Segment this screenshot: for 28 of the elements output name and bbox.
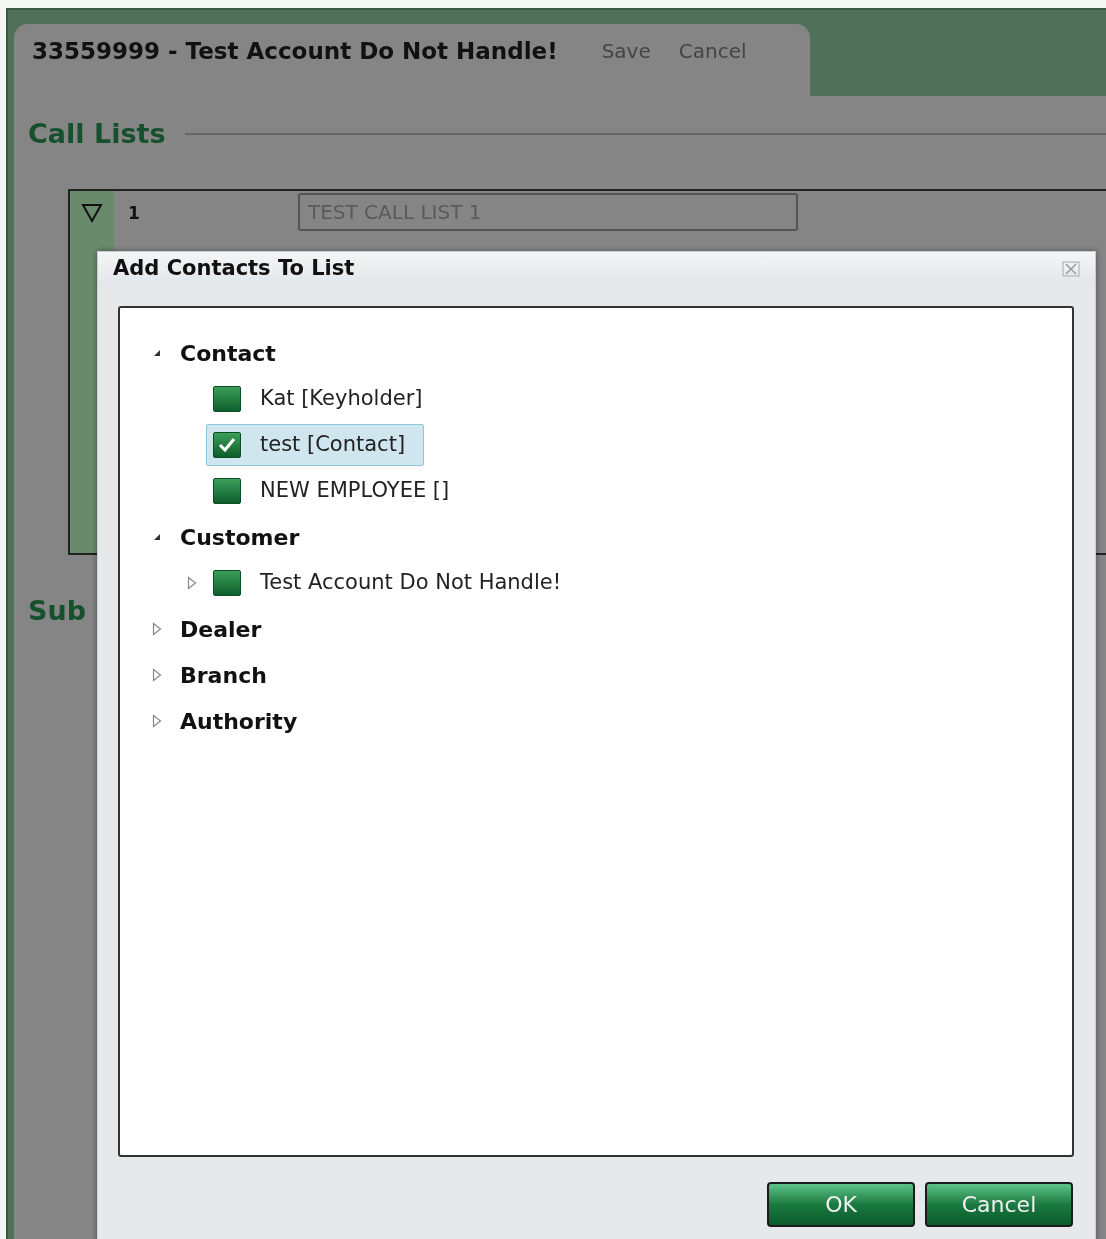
dialog-title: Add Contacts To List	[113, 255, 355, 283]
checkbox[interactable]	[213, 478, 241, 504]
group-label[interactable]: Contact	[180, 336, 276, 370]
close-icon[interactable]	[1062, 261, 1080, 277]
expand-triangle-icon[interactable]	[152, 622, 162, 636]
tree-item[interactable]: Kat [Keyholder]	[206, 378, 442, 420]
checkbox[interactable]	[213, 386, 241, 412]
checkmark-icon	[217, 436, 237, 454]
page-title: 33559999 - Test Account Do Not Handle!	[32, 37, 558, 66]
tree-item[interactable]: NEW EMPLOYEE []	[206, 470, 469, 512]
section-heading: Sub	[28, 593, 86, 628]
section-heading: Call Lists	[28, 117, 166, 151]
group-label[interactable]: Dealer	[180, 612, 262, 646]
expand-triangle-icon[interactable]	[187, 576, 197, 590]
group-label[interactable]: Customer	[180, 520, 300, 554]
dialog-button[interactable]: OK	[767, 1182, 915, 1227]
checkbox[interactable]	[213, 570, 241, 596]
expand-triangle-icon[interactable]	[152, 668, 162, 682]
group-label[interactable]: Branch	[180, 658, 267, 692]
list-number: 1	[128, 201, 141, 225]
collapse-triangle-icon[interactable]	[152, 532, 162, 542]
tree-item[interactable]: test [Contact]	[206, 424, 425, 466]
checkbox[interactable]	[213, 432, 241, 458]
dialog-button[interactable]: Cancel	[925, 1182, 1073, 1227]
expand-triangle-icon[interactable]	[152, 714, 162, 728]
tree-item[interactable]: Test Account Do Not Handle!	[206, 562, 581, 604]
group-label[interactable]: Authority	[180, 704, 298, 738]
collapse-triangle-icon[interactable]	[152, 348, 162, 358]
